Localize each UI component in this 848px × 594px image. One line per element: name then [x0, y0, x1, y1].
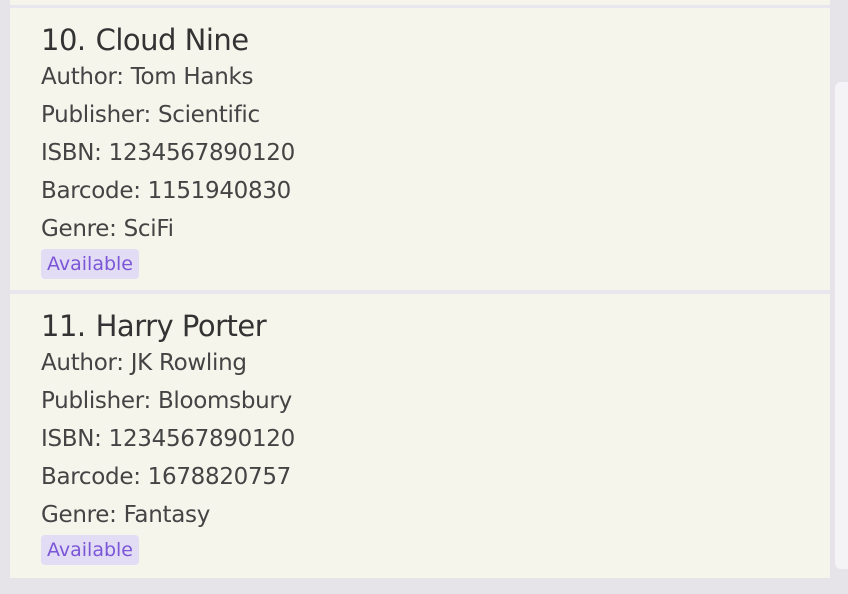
book-author: Author: JK Rowling	[41, 350, 247, 376]
book-publisher: Publisher: Scientific	[41, 102, 260, 128]
book-card[interactable]: 11. Harry Porter Author: JK Rowling Publi…	[10, 294, 830, 578]
book-title-row: 10. Cloud Nine	[41, 8, 830, 58]
book-index: 10.	[41, 23, 86, 57]
book-publisher: Publisher: Bloomsbury	[41, 388, 292, 414]
book-barcode: Barcode: 1678820757	[41, 464, 291, 490]
book-genre: Genre: SciFi	[41, 216, 174, 242]
book-barcode: Barcode: 1151940830	[41, 178, 291, 204]
book-index: 11.	[41, 309, 86, 343]
status-badge: Available	[41, 249, 140, 279]
book-isbn: ISBN: 1234567890120	[41, 140, 295, 166]
status-badge: Available	[41, 535, 140, 565]
book-list-viewport: 10. Cloud Nine Author: Tom Hanks Publishe…	[0, 0, 848, 594]
left-gutter	[0, 0, 10, 594]
scrollbar-thumb[interactable]	[835, 82, 848, 569]
book-title: Harry Porter	[95, 309, 267, 343]
bottom-gutter	[0, 578, 848, 594]
book-list[interactable]: 10. Cloud Nine Author: Tom Hanks Publishe…	[10, 0, 830, 578]
book-title: Cloud Nine	[95, 23, 250, 57]
book-isbn: ISBN: 1234567890120	[41, 426, 295, 452]
previous-card-edge	[10, 0, 830, 8]
book-genre: Genre: Fantasy	[41, 502, 211, 528]
book-card[interactable]: 10. Cloud Nine Author: Tom Hanks Publishe…	[10, 8, 830, 290]
book-author: Author: Tom Hanks	[41, 64, 254, 90]
book-title-row: 11. Harry Porter	[41, 294, 830, 344]
